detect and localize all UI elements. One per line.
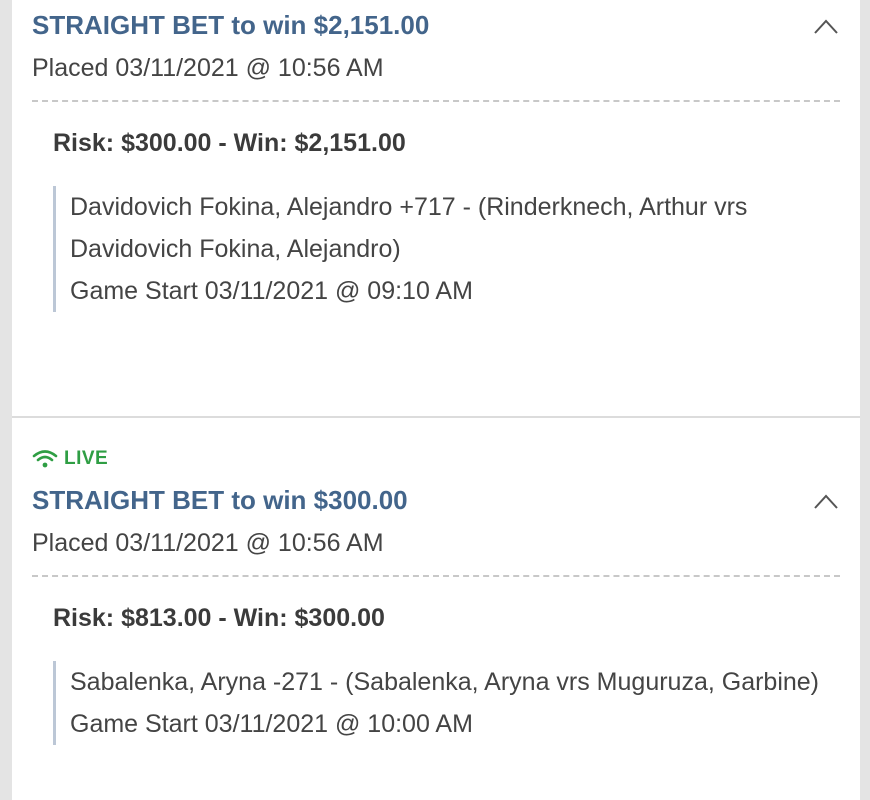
- risk-win: Risk: $300.00 - Win: $2,151.00: [53, 129, 406, 157]
- bet-detail: Davidovich Fokina, Alejandro +717 - (Rin…: [53, 186, 830, 312]
- dashed-divider: [32, 100, 840, 102]
- bet-card: LIVE STRAIGHT BET to win $300.00 Placed …: [12, 418, 860, 800]
- wifi-signal-icon: [32, 450, 58, 468]
- game-start: Game Start 03/11/2021 @ 09:10 AM: [70, 277, 473, 305]
- game-start: Game Start 03/11/2021 @ 10:00 AM: [70, 710, 473, 738]
- chevron-up-icon: [814, 19, 838, 34]
- bet-card: STRAIGHT BET to win $2,151.00 Placed 03/…: [12, 0, 860, 416]
- bet-title: STRAIGHT BET to win $300.00: [32, 485, 408, 515]
- risk-win: Risk: $813.00 - Win: $300.00: [53, 604, 385, 632]
- collapse-button[interactable]: [812, 491, 840, 511]
- bet-title: STRAIGHT BET to win $2,151.00: [32, 10, 430, 40]
- live-label: LIVE: [64, 448, 109, 469]
- selection-text: Davidovich Fokina, Alejandro +717 - (Rin…: [70, 193, 748, 263]
- dashed-divider: [32, 575, 840, 577]
- placed-date: Placed 03/11/2021 @ 10:56 AM: [32, 54, 384, 82]
- selection-text: Sabalenka, Aryna -271 - (Sabalenka, Aryn…: [70, 668, 820, 696]
- bet-list: STRAIGHT BET to win $2,151.00 Placed 03/…: [12, 0, 860, 800]
- collapse-button[interactable]: [812, 16, 840, 36]
- bet-detail: Sabalenka, Aryna -271 - (Sabalenka, Aryn…: [53, 661, 830, 745]
- placed-date: Placed 03/11/2021 @ 10:56 AM: [32, 529, 384, 557]
- chevron-up-icon: [814, 494, 838, 509]
- live-badge: LIVE: [32, 448, 108, 470]
